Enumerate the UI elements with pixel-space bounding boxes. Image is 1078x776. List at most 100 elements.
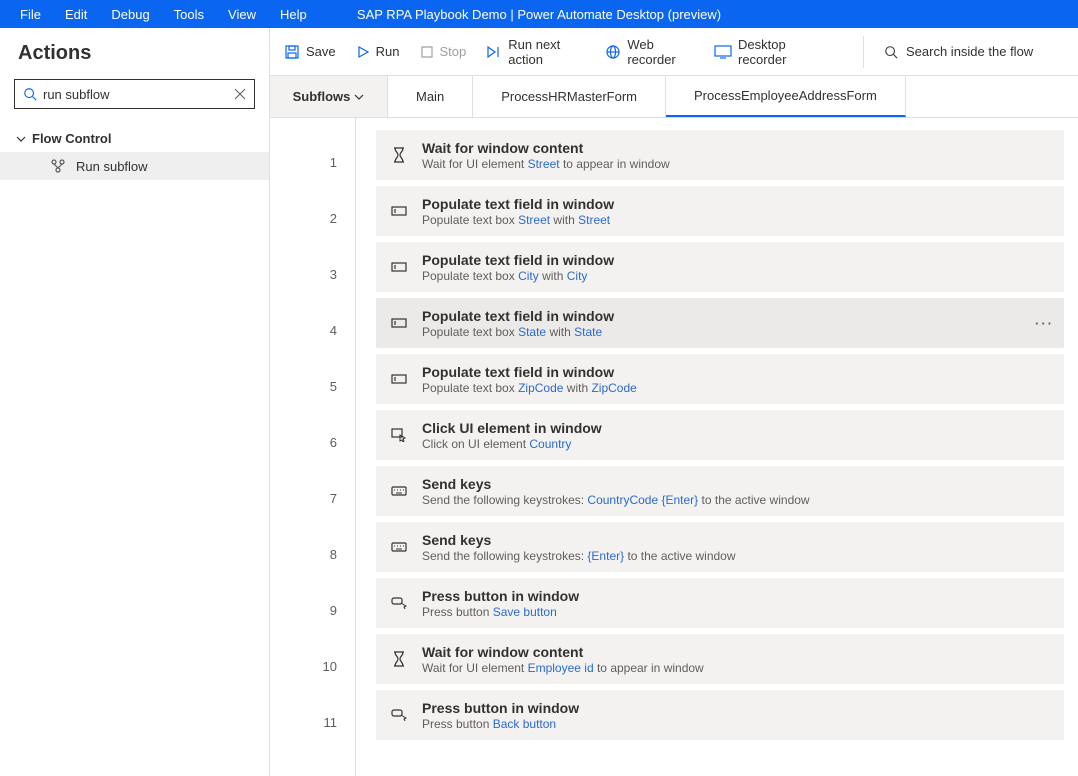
search-flow[interactable]: Search inside the flow bbox=[884, 44, 1064, 59]
toolbar-separator bbox=[863, 36, 864, 68]
menu-debug[interactable]: Debug bbox=[99, 3, 161, 26]
search-icon bbox=[884, 45, 898, 59]
action-title: Wait for window content bbox=[422, 140, 670, 156]
subflows-label: Subflows bbox=[293, 89, 351, 104]
tab-process-hr-master-form[interactable]: ProcessHRMasterForm bbox=[473, 76, 666, 117]
web-recorder-button[interactable]: Web recorder bbox=[605, 37, 694, 67]
line-number: 6 bbox=[270, 414, 355, 470]
keyboard-icon bbox=[390, 541, 408, 553]
action-title: Press button in window bbox=[422, 700, 579, 716]
run-button[interactable]: Run bbox=[356, 44, 400, 59]
action-title: Populate text field in window bbox=[422, 364, 637, 380]
line-numbers: 1 2 3 4 5 6 7 8 9 10 11 bbox=[270, 118, 356, 776]
action-desc: Populate text box Street with Street bbox=[422, 213, 614, 227]
play-icon bbox=[356, 45, 370, 59]
desktop-recorder-label: Desktop recorder bbox=[738, 37, 823, 67]
window-title: SAP RPA Playbook Demo | Power Automate D… bbox=[357, 7, 721, 22]
action-card[interactable]: Send keys Send the following keystrokes:… bbox=[376, 466, 1064, 516]
menu-view[interactable]: View bbox=[216, 3, 268, 26]
action-desc: Wait for UI element Employee id to appea… bbox=[422, 661, 704, 675]
flow-designer: 1 2 3 4 5 6 7 8 9 10 11 Wait for window … bbox=[270, 118, 1078, 776]
line-number: 11 bbox=[270, 694, 355, 750]
line-number: 9 bbox=[270, 582, 355, 638]
save-button[interactable]: Save bbox=[284, 44, 336, 60]
stop-icon bbox=[420, 45, 434, 59]
action-card[interactable]: Send keys Send the following keystrokes:… bbox=[376, 522, 1064, 572]
tree-group-flow-control[interactable]: Flow Control bbox=[0, 125, 269, 152]
tab-process-employee-address-form[interactable]: ProcessEmployeeAddressForm bbox=[666, 76, 906, 117]
tabs-row: Subflows Main ProcessHRMasterForm Proces… bbox=[270, 76, 1078, 118]
menu-help[interactable]: Help bbox=[268, 3, 319, 26]
step-icon bbox=[486, 45, 502, 59]
action-title: Send keys bbox=[422, 532, 736, 548]
line-number: 5 bbox=[270, 358, 355, 414]
tree-item-label: Run subflow bbox=[76, 159, 148, 174]
hourglass-icon bbox=[390, 147, 408, 163]
chevron-down-icon bbox=[354, 92, 364, 102]
line-number: 3 bbox=[270, 246, 355, 302]
action-card[interactable]: Click UI element in window Click on UI e… bbox=[376, 410, 1064, 460]
keyboard-icon bbox=[390, 485, 408, 497]
globe-icon bbox=[605, 44, 621, 60]
run-next-button[interactable]: Run next action bbox=[486, 37, 585, 67]
more-icon[interactable]: ··· bbox=[1035, 316, 1054, 331]
action-desc: Send the following keystrokes: {Enter} t… bbox=[422, 549, 736, 563]
run-next-label: Run next action bbox=[508, 37, 585, 67]
monitor-icon bbox=[714, 45, 732, 59]
action-card[interactable]: Press button in window Press button Save… bbox=[376, 578, 1064, 628]
action-title: Populate text field in window bbox=[422, 252, 614, 268]
subflow-icon bbox=[50, 158, 66, 174]
textbox-icon bbox=[390, 373, 408, 385]
actions-sidebar: Actions Flow Control bbox=[0, 28, 270, 776]
action-card[interactable]: Populate text field in window Populate t… bbox=[376, 186, 1064, 236]
actions-search-input[interactable] bbox=[37, 87, 234, 102]
line-number: 2 bbox=[270, 190, 355, 246]
action-card[interactable]: Populate text field in window Populate t… bbox=[376, 242, 1064, 292]
toolbar: Save Run Stop Run next action Web record… bbox=[270, 28, 1078, 76]
actions-search[interactable] bbox=[14, 79, 255, 109]
action-card[interactable]: Populate text field in window Populate t… bbox=[376, 354, 1064, 404]
subflows-toggle[interactable]: Subflows bbox=[270, 76, 388, 117]
search-icon bbox=[23, 87, 37, 101]
line-number: 8 bbox=[270, 526, 355, 582]
menu-tools[interactable]: Tools bbox=[162, 3, 216, 26]
action-desc: Wait for UI element Street to appear in … bbox=[422, 157, 670, 171]
hourglass-icon bbox=[390, 651, 408, 667]
line-number: 10 bbox=[270, 638, 355, 694]
action-card[interactable]: Press button in window Press button Back… bbox=[376, 690, 1064, 740]
action-title: Populate text field in window bbox=[422, 308, 614, 324]
action-title: Press button in window bbox=[422, 588, 579, 604]
web-recorder-label: Web recorder bbox=[627, 37, 694, 67]
textbox-icon bbox=[390, 261, 408, 273]
action-title: Populate text field in window bbox=[422, 196, 614, 212]
sidebar-title: Actions bbox=[0, 28, 269, 73]
menu-edit[interactable]: Edit bbox=[53, 3, 99, 26]
button-press-icon bbox=[390, 709, 408, 721]
run-label: Run bbox=[376, 44, 400, 59]
clear-icon[interactable] bbox=[234, 88, 246, 100]
action-card[interactable]: Wait for window content Wait for UI elem… bbox=[376, 634, 1064, 684]
menubar: File Edit Debug Tools View Help SAP RPA … bbox=[0, 0, 1078, 28]
action-card[interactable]: Wait for window content Wait for UI elem… bbox=[376, 130, 1064, 180]
tab-main[interactable]: Main bbox=[388, 76, 473, 117]
action-desc: Click on UI element Country bbox=[422, 437, 602, 451]
action-desc: Send the following keystrokes: CountryCo… bbox=[422, 493, 810, 507]
tree-group-label: Flow Control bbox=[32, 131, 111, 146]
desktop-recorder-button[interactable]: Desktop recorder bbox=[714, 37, 823, 67]
action-card[interactable]: Populate text field in window Populate t… bbox=[376, 298, 1064, 348]
action-title: Send keys bbox=[422, 476, 810, 492]
menu-file[interactable]: File bbox=[8, 3, 53, 26]
search-flow-label: Search inside the flow bbox=[906, 44, 1033, 59]
save-icon bbox=[284, 44, 300, 60]
save-label: Save bbox=[306, 44, 336, 59]
action-desc: Populate text box City with City bbox=[422, 269, 614, 283]
tree-item-run-subflow[interactable]: Run subflow bbox=[0, 152, 269, 180]
stop-label: Stop bbox=[440, 44, 467, 59]
action-title: Click UI element in window bbox=[422, 420, 602, 436]
stop-button[interactable]: Stop bbox=[420, 44, 467, 59]
textbox-icon bbox=[390, 317, 408, 329]
cursor-icon bbox=[390, 428, 408, 442]
action-desc: Press button Back button bbox=[422, 717, 579, 731]
action-desc: Populate text box ZipCode with ZipCode bbox=[422, 381, 637, 395]
chevron-down-icon bbox=[16, 134, 26, 144]
